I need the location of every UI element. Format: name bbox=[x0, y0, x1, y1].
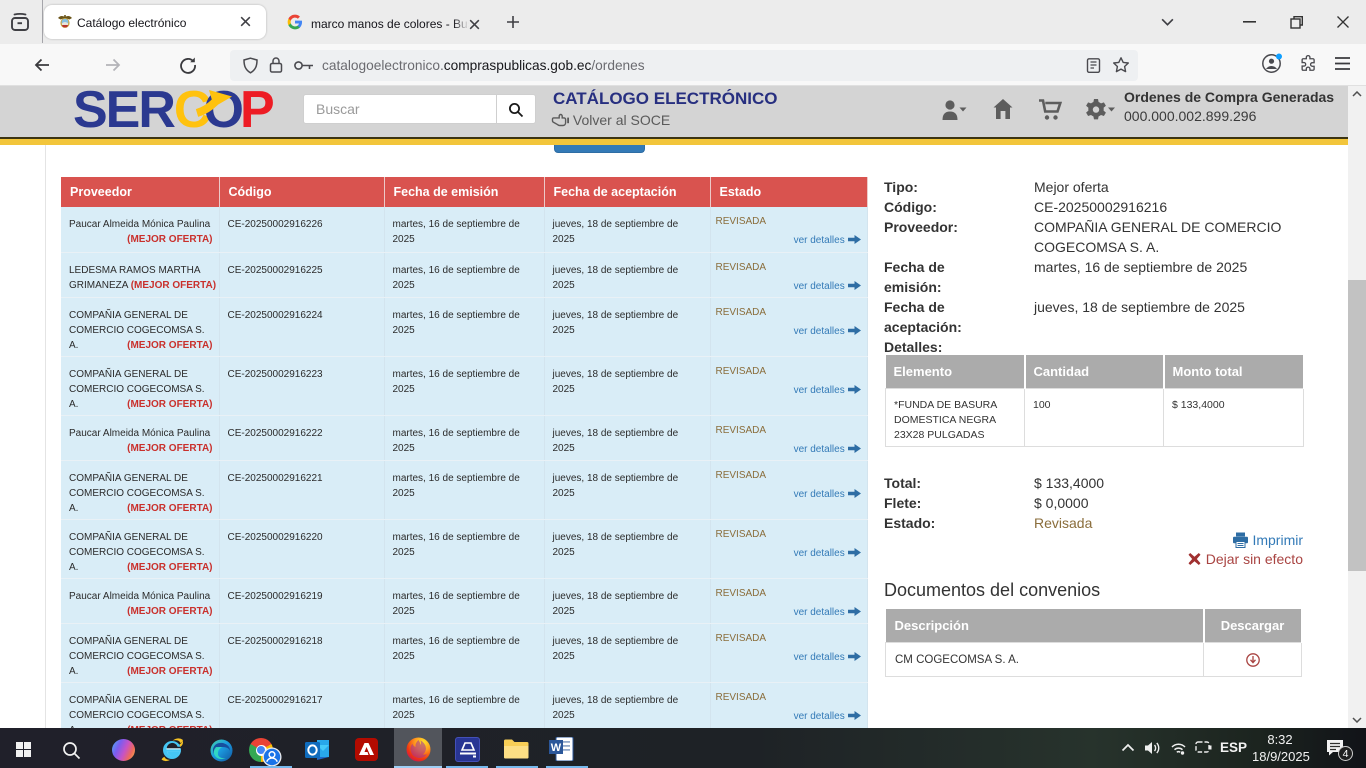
svg-text:W: W bbox=[551, 742, 562, 754]
